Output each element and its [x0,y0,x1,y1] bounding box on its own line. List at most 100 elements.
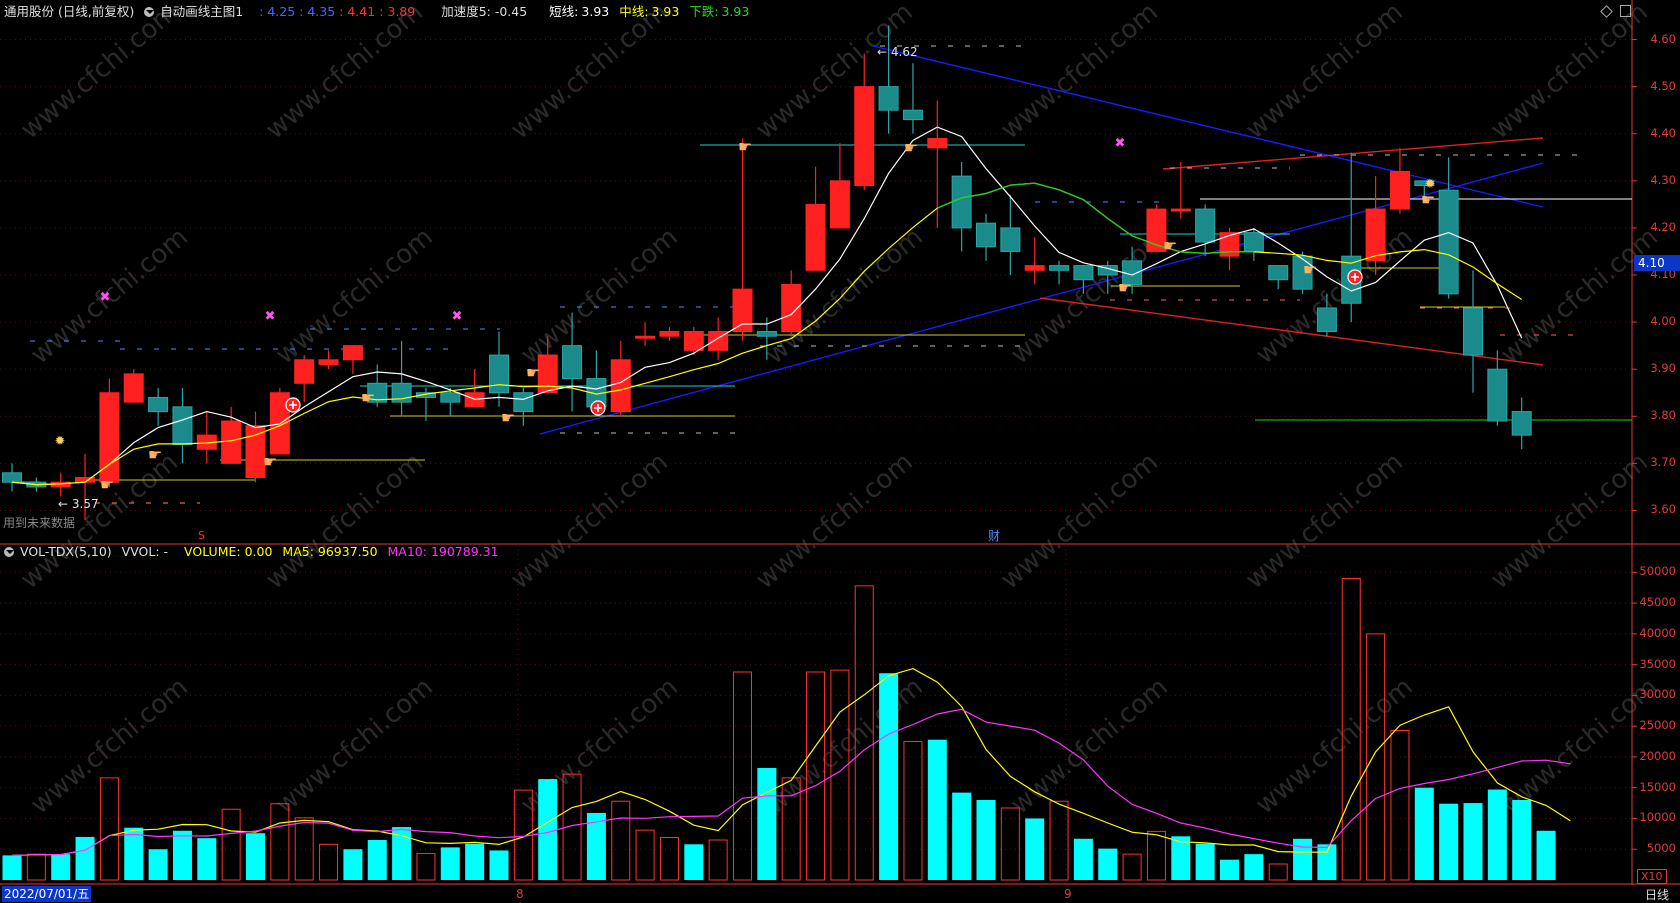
low-price-value: 3.57 [71,497,99,511]
volume-tick-label: 5000 [1646,841,1676,856]
candle-body [1389,170,1410,210]
month-9-label: 9 [1064,887,1072,901]
volume-bar-up [733,671,752,881]
candle [829,143,850,229]
dropdown-icon[interactable] [4,547,14,557]
current-price-marker: 4.10 [1634,255,1680,271]
candle-body [1511,411,1532,436]
candle [562,312,583,412]
candle-body [635,335,656,339]
price-tick-label: 4.20 [1650,219,1676,234]
hand-marker: ☛ [100,475,114,494]
candle [269,388,290,455]
candle [123,369,144,403]
hand-marker: ☛ [1303,260,1317,279]
finance-marker[interactable]: 财 [988,527,1000,544]
star-marker: ✹ [55,434,66,449]
candle [781,270,802,337]
candle-body [172,406,193,446]
volume-tick-label: 20000 [1639,748,1676,763]
candle [2,463,22,492]
s-marker: S [198,529,205,542]
price-tick-label: 3.80 [1650,408,1676,423]
volume-bar-down [757,768,777,880]
candle-body [610,359,631,413]
candle-body [1365,208,1386,262]
volume-bar-down [172,830,192,880]
candle [513,388,534,426]
candle [1024,237,1045,285]
candle [1341,152,1362,323]
volume-bar-up [270,803,290,881]
ma5-value: MA5: 96937.50 [282,544,378,559]
date-label: 2022/07/01/五 [2,886,92,902]
candle-body [1268,265,1289,281]
volume-bar-down [367,840,387,880]
candle [148,388,169,426]
volume-bar-down [148,849,168,880]
volume-bar-down [1195,843,1215,880]
candle [1049,260,1070,285]
volume-bar-down [246,833,265,880]
volume-bar-down [197,838,217,880]
hand-marker: ☛ [263,452,277,471]
candle [342,345,363,374]
candle-body [1463,307,1483,356]
volume-bar-up [659,837,679,881]
candlestick-chart[interactable]: ✖✖ ✖✖☛☛☛☛☛☛☛ ☛☛☛☛☛✹✹ [0,0,1680,903]
candle-body [221,420,242,464]
candle [902,63,923,134]
candle-body [1073,265,1094,281]
volume-bar-down [489,850,509,880]
price-tick-label: 3.90 [1650,361,1676,376]
price-tick-label: 4.30 [1650,172,1676,187]
volume-bar-down [538,779,558,880]
candle-body [1487,368,1508,422]
candle-body [927,137,948,149]
candle-body [123,373,144,403]
candle [1365,176,1386,275]
candle [1000,194,1021,275]
volume-bar-up [1268,863,1288,881]
price-tick-label: 4.40 [1650,125,1676,140]
candle-body [1243,232,1264,252]
candle-body [878,86,899,111]
hand-marker: ☛ [904,138,918,157]
candle [196,411,217,464]
candle [683,326,704,356]
volume-tick-label: 35000 [1639,656,1676,671]
volume-ma5-line [11,667,1571,856]
candle-body [951,175,972,229]
candle [1463,270,1483,393]
candle [1097,260,1118,294]
hand-marker: ☛ [361,388,375,407]
future-data-notice: 用到未来数据 [3,516,76,530]
volume-bar-up [416,853,436,881]
candle-body [683,331,704,351]
candle [489,331,509,407]
trend-line-down [872,45,1544,208]
vol-indicator-name[interactable]: VOL-TDX(5,10) [20,544,112,559]
volume-bar-down [976,800,996,880]
candle [805,166,826,271]
price-tick-label: 3.70 [1650,455,1676,470]
candle-body [148,396,169,413]
period-button[interactable]: 日线 [1645,886,1669,903]
candle [1170,161,1191,219]
candle-body [1316,307,1337,333]
candle [951,161,972,252]
volume-bar-down [440,847,460,880]
volume-bar-up [1122,853,1142,881]
candle-body [732,288,753,333]
hand-marker: ☛ [1118,278,1132,297]
candle-body [805,203,826,271]
candle-body [1170,208,1191,212]
hand-marker: ☛ [1421,190,1435,209]
volume-bar-down [51,854,71,880]
candle [391,340,412,417]
candle-body [489,354,509,394]
candle [1316,293,1337,337]
candle [537,336,558,394]
volume-bar-up [1146,830,1166,881]
candle-body [902,109,923,121]
